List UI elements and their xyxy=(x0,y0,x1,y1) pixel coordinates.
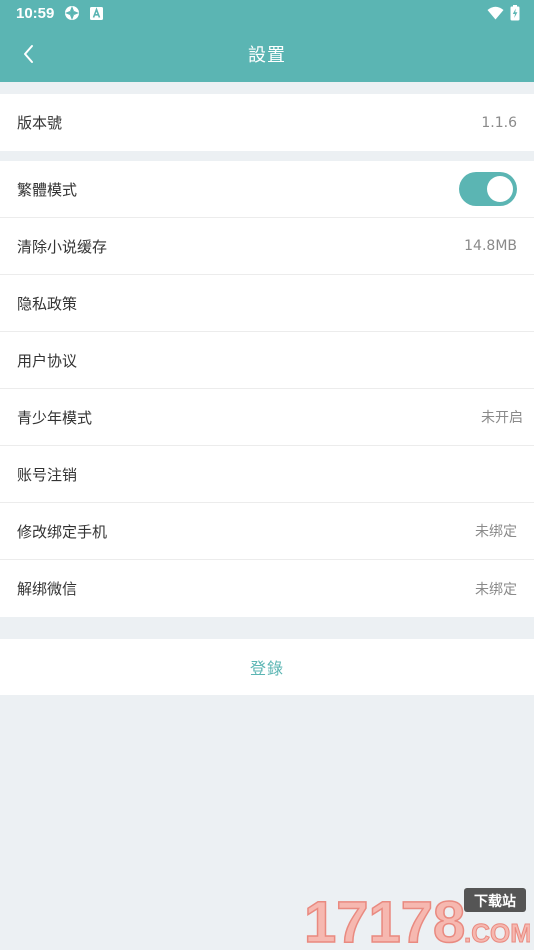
youth-mode-label: 青少年模式 xyxy=(17,408,93,427)
change-phone-label: 修改绑定手机 xyxy=(17,522,108,541)
clear-cache-row[interactable]: 清除小说缓存 14.8MB xyxy=(0,218,534,275)
wechat-bind-status: 未绑定 xyxy=(475,581,517,598)
clear-cache-label: 清除小说缓存 xyxy=(17,237,108,256)
user-agreement-label: 用户协议 xyxy=(17,351,78,370)
battery-charging-icon xyxy=(510,5,520,21)
wifi-icon xyxy=(487,6,504,20)
toggle-knob xyxy=(487,176,513,202)
privacy-policy-label: 隐私政策 xyxy=(17,294,78,313)
watermark-logo: 17178 下载站 .COM xyxy=(304,888,530,948)
back-button[interactable] xyxy=(14,40,42,68)
a-badge-icon xyxy=(90,6,104,20)
privacy-policy-row[interactable]: 隐私政策 xyxy=(0,275,534,332)
sync-icon xyxy=(64,5,80,21)
change-phone-row[interactable]: 修改绑定手机 未绑定 xyxy=(0,503,534,560)
app-bar: 設置 xyxy=(0,26,534,82)
status-time: 10:59 xyxy=(16,4,55,22)
watermark-badge: 下载站 xyxy=(474,893,516,910)
youth-mode-row[interactable]: 青少年模式 未开启 xyxy=(0,389,534,446)
youth-mode-status: 未开启 xyxy=(481,410,523,426)
traditional-mode-label: 繁體模式 xyxy=(17,180,78,199)
traditional-mode-toggle[interactable] xyxy=(459,172,517,206)
cache-size-value: 14.8MB xyxy=(464,238,517,254)
watermark-suffix: .COM xyxy=(464,918,530,948)
login-button[interactable]: 登錄 xyxy=(0,639,534,695)
unbind-wechat-label: 解绑微信 xyxy=(17,580,78,598)
version-value: 1.1.6 xyxy=(481,114,517,131)
account-cancel-row[interactable]: 账号注销 xyxy=(0,446,534,503)
chevron-left-icon xyxy=(24,45,33,63)
traditional-mode-row: 繁體模式 xyxy=(0,161,534,218)
version-label: 版本號 xyxy=(17,114,63,132)
user-agreement-row[interactable]: 用户协议 xyxy=(0,332,534,389)
version-row: 版本號 1.1.6 xyxy=(0,94,534,151)
version-group: 版本號 1.1.6 xyxy=(0,94,534,151)
watermark-number: 17178 xyxy=(304,890,465,948)
account-cancel-label: 账号注销 xyxy=(17,465,78,484)
unbind-wechat-row[interactable]: 解绑微信 未绑定 xyxy=(0,560,534,617)
phone-bind-status: 未绑定 xyxy=(475,524,517,540)
status-bar: 10:59 xyxy=(0,0,534,26)
login-label: 登錄 xyxy=(249,659,284,678)
page-title: 設置 xyxy=(248,45,286,66)
settings-group: 繁體模式 清除小说缓存 14.8MB 隐私政策 用户协议 青少年模式 未开启 账… xyxy=(0,161,534,617)
